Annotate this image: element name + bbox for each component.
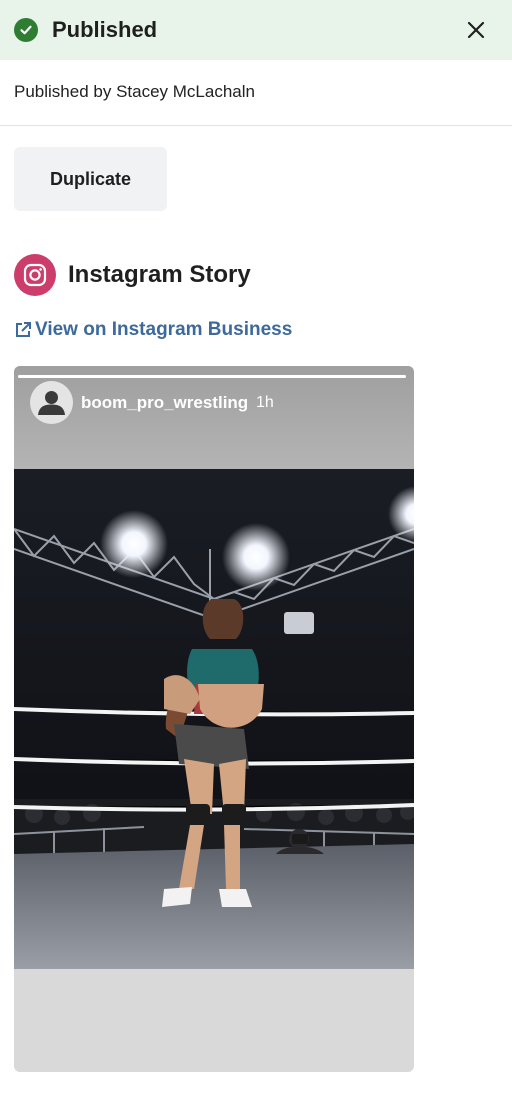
close-icon — [467, 21, 485, 39]
story-timestamp: 1h — [256, 394, 274, 411]
story-progress-fill — [18, 375, 406, 378]
story-preview: boom_pro_wrestling 1h — [14, 366, 414, 1072]
check-circle-icon — [14, 18, 38, 42]
duplicate-button[interactable]: Duplicate — [14, 147, 167, 211]
user-icon — [38, 391, 65, 415]
story-progress-bar — [18, 375, 406, 378]
story-image — [14, 469, 414, 969]
channel-title: Instagram Story — [68, 261, 251, 288]
divider — [0, 125, 512, 126]
status-title: Published — [52, 17, 158, 42]
status-banner: Published — [0, 0, 512, 60]
external-link-icon — [14, 321, 32, 339]
close-button[interactable] — [460, 14, 492, 46]
published-by-text: Published by Stacey McLachaln — [14, 82, 255, 101]
view-on-instagram-label: View on Instagram Business — [35, 319, 293, 340]
story-username: boom_pro_wrestling — [81, 393, 249, 412]
channel-heading: Instagram Story — [14, 254, 251, 296]
instagram-icon — [14, 254, 56, 296]
story-header: boom_pro_wrestling 1h — [14, 366, 414, 469]
avatar — [30, 381, 73, 424]
view-on-instagram-link[interactable]: View on Instagram Business — [14, 319, 292, 341]
